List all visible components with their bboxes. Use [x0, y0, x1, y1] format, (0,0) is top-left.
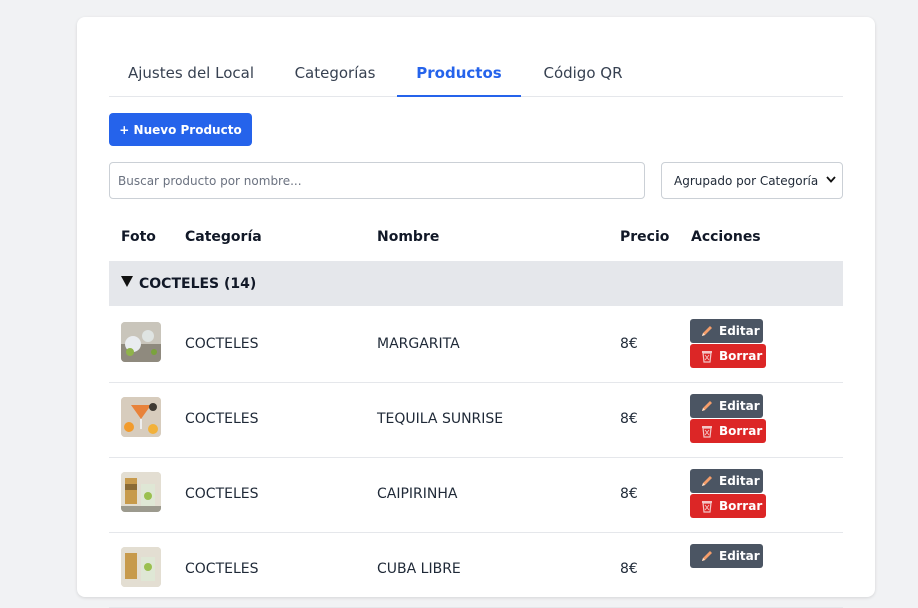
- pencil-icon: [700, 324, 714, 338]
- cell-precio: 8€: [620, 486, 638, 502]
- pencil-icon: [700, 399, 714, 413]
- table-row: COCTELES MARGARITA 8€ Editar Borrar: [109, 307, 843, 383]
- tab-categorias[interactable]: Categorías: [273, 55, 397, 96]
- trash-icon: [700, 424, 714, 438]
- trash-icon: [700, 349, 714, 363]
- tab-bar: Ajustes del Local Categorías Productos C…: [109, 55, 843, 97]
- edit-label: Editar: [719, 549, 760, 563]
- table-row: COCTELES TEQUILA SUNRISE 8€ Editar Borra…: [109, 382, 843, 458]
- category-group-label: COCTELES (14): [139, 275, 257, 292]
- cell-nombre: CUBA LIBRE: [377, 561, 461, 577]
- delete-label: Borrar: [719, 349, 763, 363]
- header-acciones: Acciones: [691, 229, 761, 245]
- pencil-icon: [700, 474, 714, 488]
- cell-categoria: COCTELES: [185, 336, 259, 352]
- edit-label: Editar: [719, 474, 760, 488]
- new-product-label: + Nuevo Producto: [119, 122, 242, 137]
- delete-button[interactable]: Borrar: [690, 344, 766, 368]
- delete-button[interactable]: Borrar: [690, 494, 766, 518]
- trash-icon: [700, 499, 714, 513]
- pencil-icon: [700, 549, 714, 563]
- search-input[interactable]: [109, 162, 645, 199]
- table-row: COCTELES CUBA LIBRE 8€ Editar: [109, 532, 843, 608]
- grouping-select[interactable]: Agrupado por Categoría: [661, 162, 843, 199]
- edit-button[interactable]: Editar: [690, 469, 763, 493]
- edit-button[interactable]: Editar: [690, 394, 763, 418]
- header-categoria: Categoría: [185, 229, 262, 245]
- cell-categoria: COCTELES: [185, 486, 259, 502]
- collapse-triangle-icon: [121, 276, 133, 291]
- new-product-button[interactable]: + Nuevo Producto: [109, 113, 252, 146]
- tab-codigo-qr[interactable]: Código QR: [521, 55, 645, 96]
- product-photo: [121, 547, 161, 587]
- cell-precio: 8€: [620, 561, 638, 577]
- chevron-down-icon: [826, 175, 836, 186]
- tab-ajustes-del-local[interactable]: Ajustes del Local: [109, 55, 273, 96]
- edit-button[interactable]: Editar: [690, 319, 763, 343]
- tab-productos[interactable]: Productos: [397, 55, 521, 97]
- edit-label: Editar: [719, 399, 760, 413]
- edit-label: Editar: [719, 324, 760, 338]
- header-precio: Precio: [620, 229, 670, 245]
- cell-nombre: MARGARITA: [377, 336, 460, 352]
- delete-label: Borrar: [719, 424, 763, 438]
- table-row: COCTELES CAIPIRINHA 8€ Editar Borrar: [109, 457, 843, 533]
- header-nombre: Nombre: [377, 229, 440, 245]
- product-photo: [121, 472, 161, 512]
- delete-button[interactable]: Borrar: [690, 419, 766, 443]
- category-group-header[interactable]: COCTELES (14): [109, 261, 843, 306]
- cell-nombre: CAIPIRINHA: [377, 486, 458, 502]
- product-photo: [121, 322, 161, 362]
- product-photo: [121, 397, 161, 437]
- delete-label: Borrar: [719, 499, 763, 513]
- cell-categoria: COCTELES: [185, 411, 259, 427]
- cell-nombre: TEQUILA SUNRISE: [377, 411, 504, 427]
- cell-categoria: COCTELES: [185, 561, 259, 577]
- cell-precio: 8€: [620, 336, 638, 352]
- cell-precio: 8€: [620, 411, 638, 427]
- header-foto: Foto: [121, 229, 156, 245]
- grouping-select-value: Agrupado por Categoría: [674, 173, 819, 188]
- edit-button[interactable]: Editar: [690, 544, 763, 568]
